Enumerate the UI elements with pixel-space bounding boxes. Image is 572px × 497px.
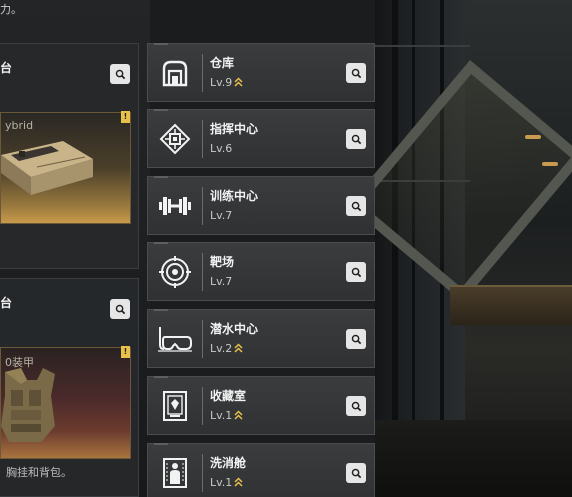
facility-level: Lv.6 [210,142,232,155]
facility-level-text: Lv.2 [210,342,233,355]
facility-item-collection-room[interactable]: 收藏室 Lv.1 [147,376,375,435]
facility-level: Lv.9 [210,76,243,89]
diving-mask-icon [155,319,195,359]
search-button[interactable] [346,463,366,483]
search-button[interactable] [346,396,366,416]
background-floor [375,420,572,497]
search-button[interactable] [346,329,366,349]
item-card-armor[interactable]: 0装甲 ! [0,346,131,459]
notch-divider [154,242,168,244]
rifle-case-image [1,141,93,195]
search-button[interactable] [346,63,366,83]
panel-title: 台 [0,296,13,310]
facility-level: Lv.1 [210,476,243,489]
armor-vest-image [1,368,55,442]
facility-level-text: Lv.9 [210,76,233,89]
facility-item-decontamination[interactable]: 洗消舱 Lv.1 [147,443,375,497]
background-lamp [542,162,558,166]
facility-level: Lv.7 [210,275,232,288]
facility-item-diving-center[interactable]: 潜水中心 Lv.2 [147,309,375,368]
search-button[interactable] [346,262,366,282]
alert-badge: ! [121,111,130,123]
icon-divider [202,253,203,291]
search-icon [351,134,361,144]
upgrade-available-icon [234,77,243,87]
facility-level: Lv.7 [210,209,232,222]
background-lamp [525,135,541,139]
search-icon [115,304,125,314]
facility-name: 靶场 [210,255,235,269]
dumbbell-icon [155,186,195,226]
search-icon [351,68,361,78]
facility-name: 收藏室 [210,389,247,403]
notch-divider [154,176,168,178]
background-crate [450,285,572,325]
left-panel-armor: 台 0装甲 ! 胸挂和背包。 [0,278,139,497]
facility-name: 潜水中心 [210,322,259,336]
icon-divider [202,320,203,358]
item-card-weapon[interactable]: ybrid ! [0,111,131,224]
notch-divider [154,109,168,111]
upgrade-available-icon [234,477,243,487]
decontamination-icon [155,453,195,493]
search-icon [351,334,361,344]
facility-name: 仓库 [210,56,235,70]
search-button[interactable] [110,64,130,84]
icon-divider [202,54,203,92]
search-button[interactable] [346,196,366,216]
upgrade-available-icon [234,410,243,420]
facility-level: Lv.2 [210,342,243,355]
facility-level-text: Lv.7 [210,209,233,222]
facility-level-text: Lv.1 [210,409,233,422]
notch-divider [154,43,168,45]
search-button[interactable] [110,299,130,319]
facility-item-shooting-range[interactable]: 靶场 Lv.7 [147,242,375,301]
icon-divider [202,120,203,158]
top-hint-text: 力。 [0,3,22,16]
item-card-name: ybrid [5,119,34,132]
notch-divider [154,309,168,311]
facility-level-text: Lv.1 [210,476,233,489]
facility-name: 指挥中心 [210,122,259,136]
target-icon [155,252,195,292]
upgrade-available-icon [234,343,243,353]
search-icon [351,201,361,211]
panel-title: 台 [0,61,13,75]
background-rail [375,45,470,47]
notch-divider [154,376,168,378]
command-center-icon [155,119,195,159]
search-icon [351,468,361,478]
search-icon [351,401,361,411]
icon-divider [202,454,203,492]
item-description: 胸挂和背包。 [6,466,72,479]
facility-level: Lv.1 [210,409,243,422]
search-icon [351,267,361,277]
facility-level-text: Lv.7 [210,275,233,288]
facility-level-text: Lv.6 [210,142,233,155]
facility-item-warehouse[interactable]: 仓库 Lv.9 [147,43,375,102]
warehouse-icon [155,53,195,93]
search-icon [115,69,125,79]
facility-name: 洗消舱 [210,456,247,470]
search-button[interactable] [346,129,366,149]
left-panel-weapon: 台 ybrid ! [0,43,139,269]
collection-icon [155,386,195,426]
facility-item-command-center[interactable]: 指挥中心 Lv.6 [147,109,375,168]
icon-divider [202,187,203,225]
facility-name: 训练中心 [210,189,259,203]
icon-divider [202,387,203,425]
notch-divider [154,443,168,445]
alert-badge: ! [121,346,130,358]
facility-item-training-center[interactable]: 训练中心 Lv.7 [147,176,375,235]
